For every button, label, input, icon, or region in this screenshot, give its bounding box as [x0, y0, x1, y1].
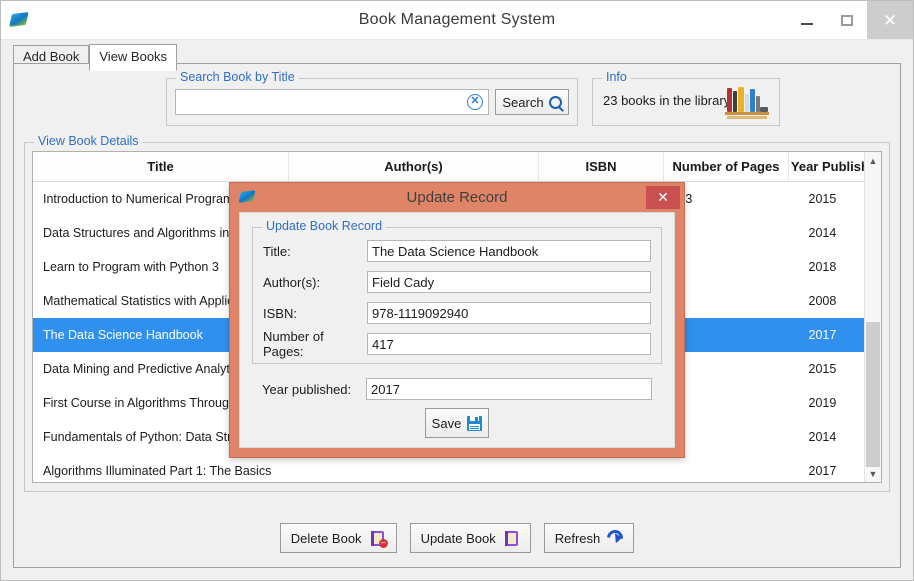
- scrollbar-thumb[interactable]: [866, 322, 880, 467]
- refresh-label: Refresh: [554, 530, 601, 546]
- search-group-title: Search Book by Title: [176, 70, 299, 84]
- application-window: Book Management System ✕ Add Book View B…: [0, 0, 914, 581]
- scroll-up-icon[interactable]: ▲: [865, 152, 881, 169]
- refresh-button[interactable]: Refresh: [543, 523, 635, 553]
- maximize-button[interactable]: [827, 1, 867, 39]
- pages-label: Number of Pages:: [263, 329, 324, 359]
- dialog-title: Update Record: [406, 189, 508, 206]
- scroll-down-icon[interactable]: ▼: [865, 465, 881, 482]
- refresh-icon: [603, 526, 627, 550]
- info-group: Info 23 books in the library: [592, 70, 780, 126]
- action-button-bar: Delete Book – Update Book Refresh: [14, 523, 900, 553]
- title-bar: Book Management System ✕: [1, 1, 913, 40]
- table-group-title: View Book Details: [34, 134, 143, 148]
- pages-input[interactable]: [367, 333, 651, 355]
- minimize-button[interactable]: [787, 1, 827, 39]
- update-book-label: Update Book: [420, 530, 496, 546]
- update-book-button[interactable]: Update Book: [409, 523, 531, 553]
- search-button-label: Search: [502, 94, 544, 110]
- author-input[interactable]: [367, 271, 651, 293]
- cell-pages: [664, 454, 789, 482]
- close-button[interactable]: ✕: [867, 1, 913, 39]
- year-input[interactable]: [366, 378, 652, 400]
- author-label: Author(s):: [263, 274, 321, 290]
- book-count-label: 23 books in the library: [603, 93, 731, 108]
- search-group: Search Book by Title ✕ Search: [166, 70, 578, 126]
- field-row-title: Title:: [263, 240, 651, 262]
- field-row-isbn: ISBN:: [263, 302, 651, 324]
- close-icon: ✕: [882, 10, 898, 30]
- year-label: Year published:: [262, 381, 352, 397]
- search-button[interactable]: Search: [495, 89, 569, 115]
- field-row-pages: Number of Pages:: [263, 329, 651, 359]
- update-book-record-group: Update Book Record Title: Author(s): ISB…: [252, 219, 662, 364]
- dialog-body: Update Book Record Title: Author(s): ISB…: [239, 212, 675, 448]
- bookshelf-icon: [725, 85, 769, 119]
- book-icon: [9, 9, 31, 31]
- dialog-close-button[interactable]: ✕: [646, 186, 680, 209]
- table-row[interactable]: Algorithms Illuminated Part 1: The Basic…: [33, 454, 881, 482]
- magnifier-icon: [548, 95, 562, 109]
- save-label: Save: [431, 415, 462, 431]
- window-controls: ✕: [787, 1, 913, 39]
- field-row-author: Author(s):: [263, 271, 651, 293]
- save-button[interactable]: Save: [425, 408, 489, 438]
- column-header-author[interactable]: Author(s): [288, 152, 539, 182]
- window-title: Book Management System: [358, 11, 556, 28]
- cell-title: Algorithms Illuminated Part 1: The Basic…: [43, 464, 272, 478]
- column-header-title[interactable]: Title: [33, 152, 289, 182]
- table-header-row: Title Author(s) ISBN Number of Pages Yea…: [33, 152, 881, 182]
- floppy-disk-icon: [467, 415, 483, 431]
- tab-view-books[interactable]: View Books: [89, 44, 178, 71]
- column-header-isbn[interactable]: ISBN: [538, 152, 664, 182]
- title-input[interactable]: [367, 240, 651, 262]
- cell-isbn: [539, 454, 664, 482]
- field-row-year: Year published:: [262, 378, 652, 400]
- delete-book-button[interactable]: Delete Book –: [279, 523, 397, 553]
- isbn-label: ISBN:: [263, 305, 297, 321]
- delete-book-label: Delete Book: [290, 530, 362, 546]
- column-header-pages[interactable]: Number of Pages: [663, 152, 789, 182]
- dialog-title-bar: Update Record ✕: [230, 183, 684, 212]
- info-group-title: Info: [602, 70, 631, 84]
- cell-author: [289, 454, 539, 482]
- clear-search-icon[interactable]: ✕: [467, 94, 483, 110]
- book-icon: [503, 530, 520, 547]
- close-icon: ✕: [657, 189, 669, 205]
- search-input[interactable]: [175, 89, 489, 115]
- update-record-dialog: Update Record ✕ Update Book Record Title…: [229, 182, 685, 458]
- dialog-group-title: Update Book Record: [262, 219, 387, 233]
- title-label: Title:: [263, 243, 291, 259]
- save-button-wrap: Save: [240, 408, 674, 438]
- book-delete-icon: –: [369, 530, 388, 548]
- isbn-input[interactable]: [367, 302, 651, 324]
- table-vertical-scrollbar[interactable]: ▲ ▼: [864, 152, 881, 482]
